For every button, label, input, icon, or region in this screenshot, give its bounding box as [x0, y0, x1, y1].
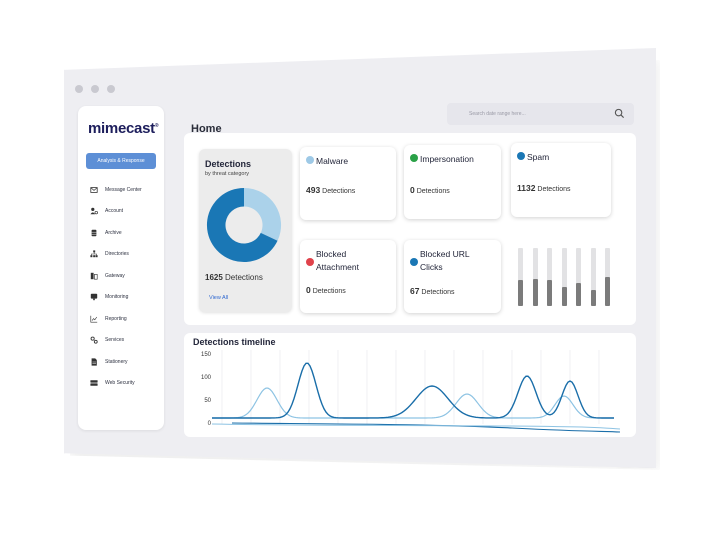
search-input[interactable]: Search date range here... — [469, 111, 526, 117]
card-count: 0 Detections — [306, 285, 346, 295]
card-spam[interactable]: Spam 1132 Detections — [511, 143, 611, 217]
sidebar-item-reporting[interactable]: Reporting — [90, 308, 142, 330]
card-count: 67 Detections — [410, 286, 455, 296]
card-title: Blocked Attachment — [316, 249, 359, 272]
detections-title: Detections — [205, 159, 252, 169]
card-title: Spam — [527, 152, 550, 162]
detections-card[interactable]: Detections by threat category 1625 Detec… — [199, 149, 292, 312]
card-count-suffix: Detections — [322, 188, 356, 195]
card-count-value: 67 — [410, 286, 420, 296]
sidebar-item-message-center[interactable]: Message Center — [90, 179, 142, 201]
sidebar-item-label: Reporting — [105, 315, 127, 322]
card-count-value: 493 — [306, 185, 321, 195]
gateway-icon — [90, 272, 98, 280]
monitor-icon — [90, 293, 98, 301]
sidebar-item-gateway[interactable]: Gateway — [90, 265, 142, 287]
mini-bar — [532, 278, 538, 306]
detections-count-value: 1625 — [205, 273, 223, 282]
sidebar-item-account[interactable]: Account — [90, 201, 142, 223]
card-count: 1132 Detections — [517, 183, 570, 193]
y-tick-label: 0 — [207, 421, 211, 427]
card-count-value: 1132 — [517, 183, 536, 193]
card-count-suffix: Detections — [421, 289, 455, 296]
blocked-url-dot-icon — [410, 258, 418, 266]
card-count-suffix: Detections — [537, 186, 571, 193]
sidebar-item-directories[interactable]: Directories — [90, 244, 142, 266]
sidebar-item-services[interactable]: Services — [90, 330, 142, 352]
card-count-value: 0 — [410, 185, 415, 195]
sidebar-nav: Message Center Account Archive Directori… — [90, 179, 142, 394]
search-bar[interactable]: Search date range here... — [447, 103, 634, 125]
sidebar-item-archive[interactable]: Archive — [90, 222, 142, 244]
sidebar-item-label: Stationery — [105, 358, 128, 365]
sidebar-item-web-security[interactable]: Web Security — [90, 373, 142, 395]
detections-subtitle: by threat category — [205, 171, 250, 177]
timeline-series-c[interactable] — [231, 422, 621, 433]
window-maximize-dot[interactable] — [107, 85, 115, 93]
impersonation-dot-icon — [410, 154, 418, 162]
y-tick-label: 50 — [204, 398, 211, 404]
card-malware[interactable]: Malware 493 Detections — [300, 147, 396, 220]
mini-bar-chart — [515, 246, 611, 310]
brand-logo[interactable]: mimecast® — [88, 120, 159, 137]
sidebar-item-label: Analysis & Response — [97, 158, 145, 164]
detections-count-suffix: Detections — [225, 273, 263, 282]
user-gear-icon — [90, 207, 98, 215]
mini-bar — [605, 277, 610, 306]
donut-slice-0[interactable] — [244, 187, 282, 241]
card-count: 0 Detections — [410, 185, 450, 195]
server-icon — [90, 379, 98, 387]
spam-dot-icon — [517, 152, 525, 160]
card-blocked-url-clicks[interactable]: Blocked URL Clicks 67 Detections — [404, 240, 501, 313]
y-tick-label: 150 — [200, 352, 211, 358]
card-count-suffix: Detections — [416, 188, 450, 195]
window-controls — [75, 85, 115, 93]
mini-bar — [576, 282, 581, 306]
sidebar-item-label: Monitoring — [105, 294, 129, 301]
card-title: Impersonation — [420, 154, 474, 164]
line-chart-icon — [90, 315, 98, 323]
detections-count: 1625 Detections — [205, 273, 263, 282]
brand-text: mimecast — [88, 120, 155, 137]
sidebar-item-label: Directories — [105, 251, 129, 258]
sidebar-item-label: Web Security — [105, 380, 135, 387]
card-impersonation[interactable]: Impersonation 0 Detections — [404, 145, 501, 219]
sidebar: mimecast® Analysis & Response Message Ce… — [78, 106, 164, 430]
card-count-suffix: Detections — [312, 288, 346, 295]
document-icon — [90, 358, 98, 366]
card-count-value: 0 — [306, 285, 311, 295]
malware-dot-icon — [306, 156, 314, 164]
search-icon[interactable] — [614, 108, 625, 119]
sidebar-item-analysis-response[interactable]: Analysis & Response — [86, 153, 156, 169]
window-close-dot[interactable] — [75, 85, 83, 93]
sidebar-item-label: Services — [105, 337, 125, 344]
timeline-chart[interactable] — [212, 346, 624, 436]
database-icon — [90, 229, 98, 237]
sidebar-item-label: Account — [105, 208, 124, 215]
window-minimize-dot[interactable] — [91, 85, 99, 93]
card-title: Blocked URL Clicks — [420, 249, 470, 272]
org-chart-icon — [90, 250, 98, 258]
card-count: 493 Detections — [306, 185, 355, 195]
detections-donut-chart[interactable] — [205, 185, 283, 265]
sidebar-item-label: Gateway — [105, 272, 125, 279]
view-all-link[interactable]: View All — [209, 295, 228, 301]
timeline-series-a[interactable] — [212, 362, 614, 419]
envelope-icon — [90, 186, 98, 194]
sidebar-item-label: Archive — [105, 229, 122, 236]
mini-bar — [518, 279, 523, 306]
sidebar-item-label: Message Center — [105, 186, 142, 193]
mini-bar — [547, 280, 552, 306]
stage: mimecast® Analysis & Response Message Ce… — [0, 0, 720, 546]
sidebar-item-stationery[interactable]: Stationery — [90, 351, 142, 373]
y-tick-label: 100 — [200, 375, 211, 381]
mini-bar — [590, 289, 596, 306]
card-title: Malware — [316, 156, 349, 166]
mini-bar — [561, 287, 567, 306]
card-blocked-attachment[interactable]: Blocked Attachment 0 Detections — [300, 240, 396, 313]
sidebar-item-monitoring[interactable]: Monitoring — [90, 287, 142, 309]
gears-icon — [90, 336, 98, 344]
blocked-attachment-dot-icon — [306, 258, 314, 266]
